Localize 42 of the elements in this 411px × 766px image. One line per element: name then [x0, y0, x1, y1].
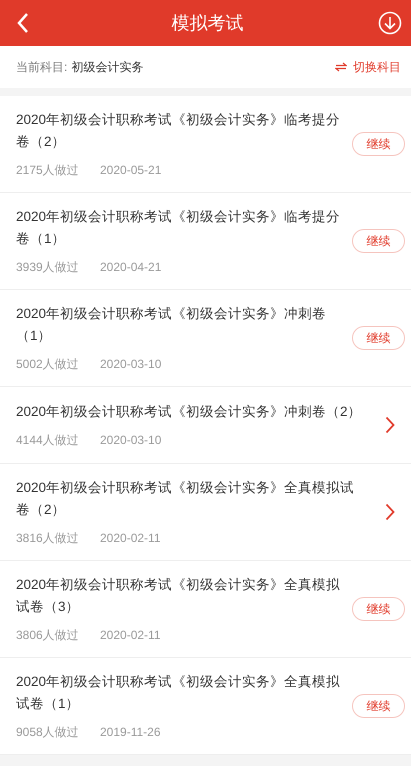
exam-title: 2020年初级会计职称考试《初级会计实务》冲刺卷（2） — [16, 403, 363, 421]
exam-date: 2020-03-10 — [100, 432, 162, 449]
continue-button[interactable]: 继续 — [352, 229, 405, 253]
swap-icon — [335, 62, 347, 72]
page-title: 模拟考试 — [172, 12, 244, 34]
exam-row[interactable]: 2020年初级会计职称考试《初级会计实务》临考提分 卷（1） 3939人做过 2020-04-21 继续 — [0, 193, 411, 290]
exam-row[interactable]: 2020年初级会计职称考试《初级会计实务》冲刺卷 （1） 5002人做过 2020-03-10 继续 — [0, 290, 411, 387]
download-button[interactable] — [377, 10, 403, 36]
exam-row[interactable]: 2020年初级会计职称考试《初级会计实务》临考提分 卷（2） 2175人做过 2020-05-21 继续 — [0, 96, 411, 193]
attempt-count: 3816人做过 — [16, 530, 80, 547]
subject-value: 初级会计实务 — [71, 59, 144, 76]
subject-label: 当前科目: — [16, 59, 68, 76]
exam-title: 2020年初级会计职称考试《初级会计实务》全真模拟 试卷（3） — [16, 576, 342, 616]
attempt-count: 9058人做过 — [16, 724, 80, 741]
exam-date: 2020-04-21 — [100, 259, 162, 276]
exam-date: 2020-03-10 — [100, 356, 162, 373]
exam-row[interactable]: 2020年初级会计职称考试《初级会计实务》全真模拟试 卷（2） 3816人做过 2020-02-11 — [0, 464, 411, 561]
exam-row[interactable]: 2020年初级会计职称考试《初级会计实务》冲刺卷（2） 4144人做过 2020-03-10 — [0, 387, 411, 464]
exam-date: 2019-11-26 — [100, 724, 160, 741]
exam-title: 2020年初级会计职称考试《初级会计实务》全真模拟试 卷（2） — [16, 479, 356, 519]
attempt-count: 3939人做过 — [16, 259, 80, 276]
download-icon — [378, 11, 402, 35]
exam-title: 2020年初级会计职称考试《初级会计实务》临考提分 卷（1） — [16, 208, 342, 248]
continue-button[interactable]: 继续 — [352, 694, 405, 718]
switch-subject-link[interactable]: 切换科目 — [335, 58, 401, 76]
continue-button[interactable]: 继续 — [352, 326, 405, 350]
chevron-right-icon[interactable] — [385, 416, 395, 434]
exam-title: 2020年初级会计职称考试《初级会计实务》冲刺卷 （1） — [16, 305, 328, 345]
exam-date: 2020-02-11 — [100, 627, 160, 644]
attempt-count: 2175人做过 — [16, 162, 80, 179]
exam-row[interactable]: 2020年初级会计职称考试《初级会计实务》全真模拟 试卷（1） 9058人做过 2019-11-26 继续 — [0, 658, 411, 755]
exam-title: 2020年初级会计职称考试《初级会计实务》临考提分 卷（2） — [16, 111, 342, 151]
exam-row[interactable]: 2020年初级会计职称考试《初级会计实务》全真模拟 试卷（3） 3806人做过 2020-02-11 继续 — [0, 561, 411, 658]
continue-button[interactable]: 继续 — [352, 597, 405, 621]
exam-date: 2020-05-21 — [100, 162, 162, 179]
chevron-right-icon[interactable] — [385, 503, 395, 521]
attempt-count: 3806人做过 — [16, 627, 80, 644]
exam-date: 2020-02-11 — [100, 530, 160, 547]
attempt-count: 5002人做过 — [16, 356, 80, 373]
exam-title: 2020年初级会计职称考试《初级会计实务》全真模拟 试卷（1） — [16, 673, 342, 713]
attempt-count: 4144人做过 — [16, 432, 80, 449]
continue-button[interactable]: 继续 — [352, 132, 405, 156]
